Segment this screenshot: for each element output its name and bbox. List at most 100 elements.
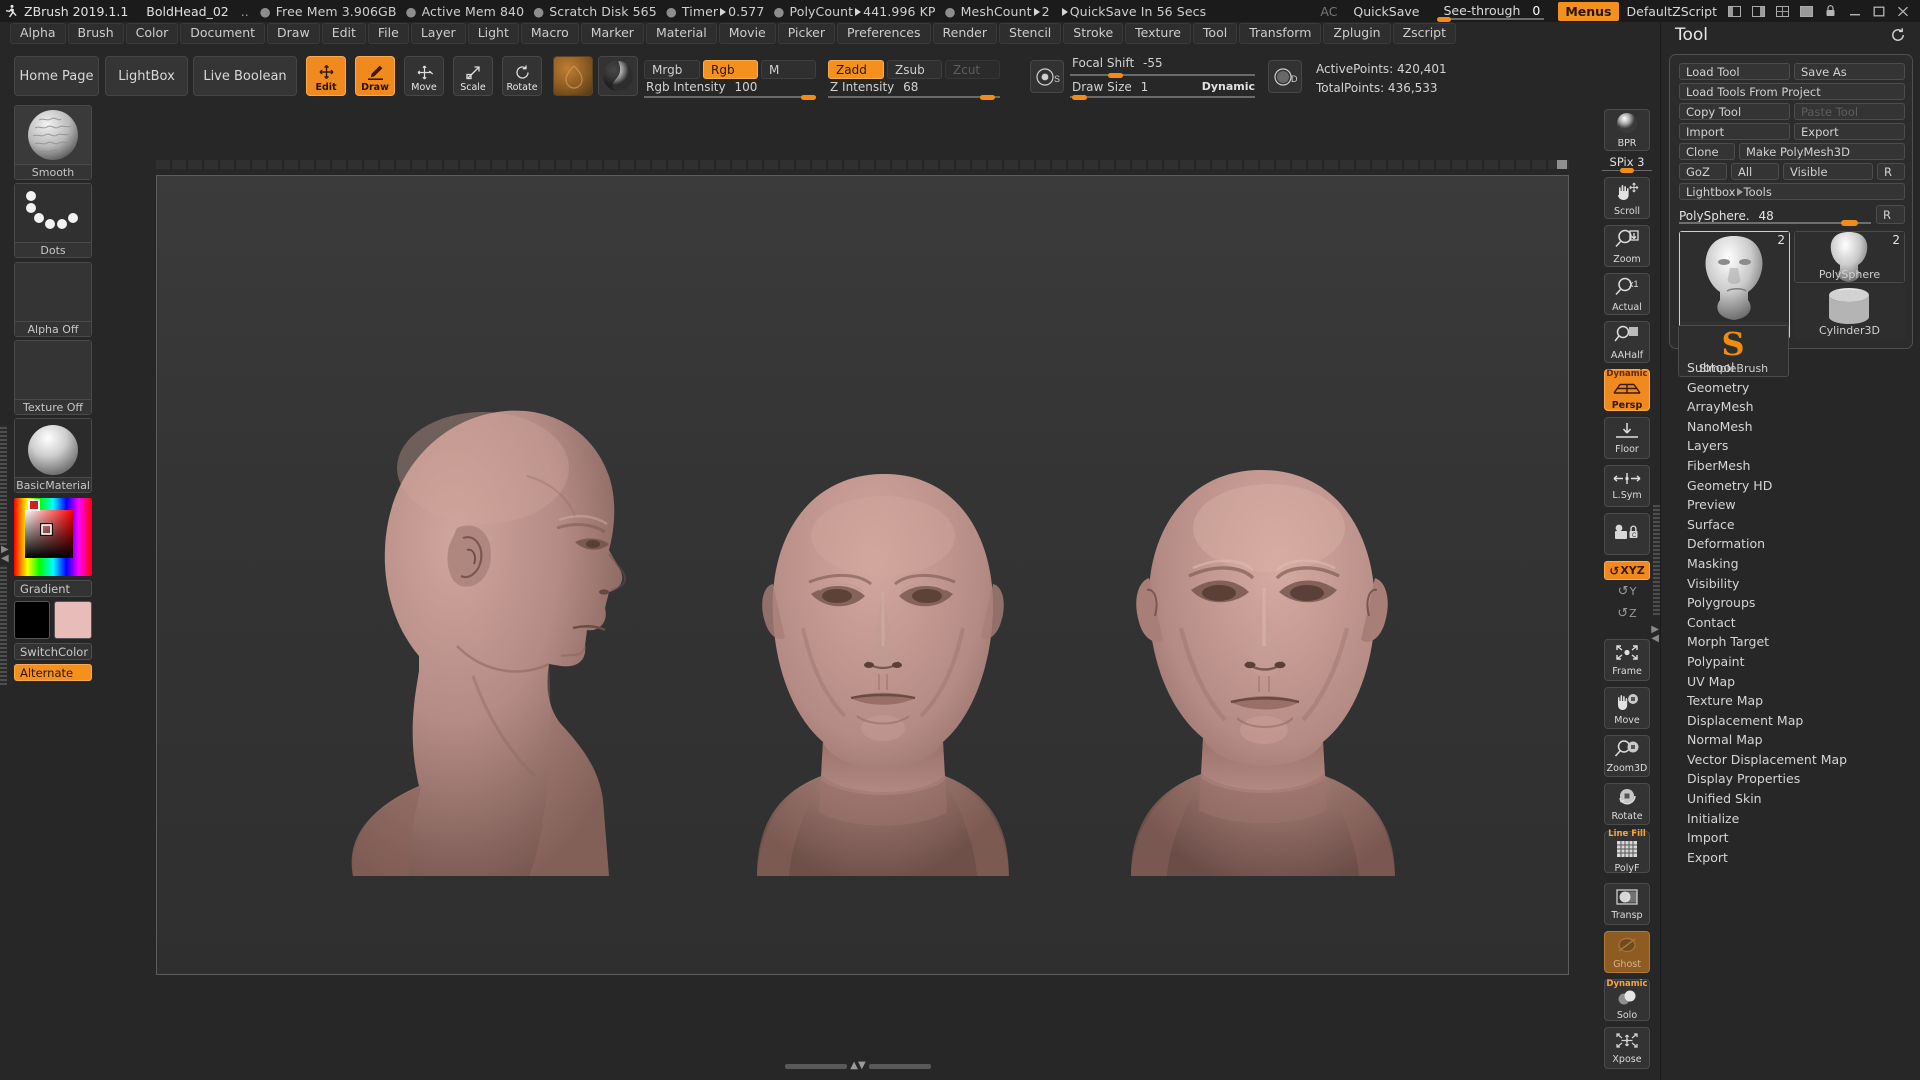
- rb-solo[interactable]: Dynamic Solo: [1604, 979, 1650, 1021]
- live-boolean-button[interactable]: Live Boolean: [193, 56, 297, 96]
- canvas-bottom-control[interactable]: ▲▼: [738, 1060, 978, 1072]
- symmetry-z-button[interactable]: ↺ Z: [1604, 602, 1650, 624]
- minimize-icon[interactable]: [1847, 4, 1862, 18]
- panel-grid-icon[interactable]: [1775, 4, 1790, 18]
- menu-item-light[interactable]: Light: [467, 23, 519, 44]
- menu-item-draw[interactable]: Draw: [267, 23, 320, 44]
- tool-section-masking[interactable]: Masking: [1661, 554, 1920, 574]
- close-icon[interactable]: [1895, 4, 1910, 18]
- home-page-button[interactable]: Home Page: [14, 56, 99, 96]
- left-slot-dots[interactable]: Dots: [14, 183, 92, 258]
- left-slot-texture-off[interactable]: Texture Off: [14, 340, 92, 415]
- canvas-top-scrollbar[interactable]: [156, 160, 1569, 169]
- all-button[interactable]: All: [1731, 163, 1779, 180]
- tool-section-deformation[interactable]: Deformation: [1661, 534, 1920, 554]
- panel-right-icon[interactable]: [1751, 4, 1766, 18]
- tool-section-display-properties[interactable]: Display Properties: [1661, 769, 1920, 789]
- m-button[interactable]: M: [761, 60, 816, 79]
- tool-section-fibermesh[interactable]: FiberMesh: [1661, 456, 1920, 476]
- panel-full-icon[interactable]: [1799, 4, 1814, 18]
- edit-button[interactable]: Edit: [306, 56, 346, 96]
- rgb-intensity-knob[interactable]: [801, 95, 816, 100]
- lightbox-button[interactable]: LightBox: [105, 56, 188, 96]
- menu-item-material[interactable]: Material: [645, 23, 717, 44]
- lightbox-tools-button[interactable]: Lightbox Tools: [1679, 183, 1905, 200]
- tool-section-export[interactable]: Export: [1661, 848, 1920, 868]
- tool-section-geometry[interactable]: Geometry: [1661, 378, 1920, 398]
- draw-size-knob[interactable]: [1072, 95, 1087, 100]
- left-sidebar-expand-icon[interactable]: ▶ ◀: [1, 545, 9, 564]
- symmetry-y-button[interactable]: ↺ Y: [1604, 580, 1650, 602]
- tool-section-displacement-map[interactable]: Displacement Map: [1661, 711, 1920, 731]
- rb-lock-camera[interactable]: C: [1604, 513, 1650, 555]
- rb-move[interactable]: Move: [1604, 687, 1650, 729]
- focal-shift-knob[interactable]: [1108, 73, 1123, 78]
- left-sidebar-grip-top[interactable]: [0, 425, 7, 545]
- left-slot-smooth[interactable]: Smooth: [14, 105, 92, 180]
- tool-section-normal-map[interactable]: Normal Map: [1661, 730, 1920, 750]
- goz-button[interactable]: GoZ: [1679, 163, 1727, 180]
- spix-slider[interactable]: SPix 3: [1602, 155, 1652, 173]
- menu-item-brush[interactable]: Brush: [67, 23, 124, 44]
- menu-item-movie[interactable]: Movie: [718, 23, 776, 44]
- make-polymesh3d-button[interactable]: Make PolyMesh3D: [1739, 143, 1905, 160]
- menu-item-edit[interactable]: Edit: [321, 23, 366, 44]
- rb-polyf[interactable]: Line Fill PolyF: [1604, 830, 1650, 874]
- tool-section-preview[interactable]: Preview: [1661, 495, 1920, 515]
- menu-item-alpha[interactable]: Alpha: [10, 23, 66, 44]
- rb-frame[interactable]: Frame: [1604, 639, 1650, 681]
- menu-item-layer[interactable]: Layer: [410, 23, 466, 44]
- menus-button[interactable]: Menus: [1558, 1, 1619, 21]
- rb-ghost[interactable]: Ghost: [1604, 931, 1650, 973]
- visible-button[interactable]: Visible: [1783, 163, 1873, 180]
- rb-actual[interactable]: x1 Actual: [1604, 273, 1650, 315]
- tool-section-geometry-hd[interactable]: Geometry HD: [1661, 476, 1920, 496]
- switch-color-button[interactable]: SwitchColor: [14, 643, 92, 660]
- bottom-bar-right-segment[interactable]: [868, 1063, 931, 1069]
- zadd-button[interactable]: Zadd: [828, 60, 884, 79]
- tool-section-uv-map[interactable]: UV Map: [1661, 672, 1920, 692]
- scale-button[interactable]: Scale: [453, 56, 493, 96]
- export-button[interactable]: Export: [1794, 123, 1905, 140]
- menu-item-picker[interactable]: Picker: [777, 23, 835, 44]
- menu-item-stroke[interactable]: Stroke: [1063, 23, 1124, 44]
- rotate-button[interactable]: Rotate: [502, 56, 542, 96]
- draw-size-slider[interactable]: Draw Size 1 Dynamic: [1070, 80, 1255, 100]
- rb-scroll[interactable]: Scroll: [1604, 177, 1650, 219]
- polysphere-slider-knob[interactable]: [1841, 220, 1858, 226]
- menu-item-stencil[interactable]: Stencil: [999, 23, 1062, 44]
- menu-item-zplugin[interactable]: Zplugin: [1323, 23, 1391, 44]
- menu-item-tool[interactable]: Tool: [1192, 23, 1238, 44]
- focal-shift-slider[interactable]: Focal Shift -55: [1070, 56, 1255, 78]
- bottom-bar-arrows-icon[interactable]: ▲▼: [850, 1061, 865, 1071]
- canvas-area[interactable]: ▲▼: [108, 105, 1594, 1080]
- quicksave-button[interactable]: QuickSave: [1353, 4, 1419, 19]
- tool-section-morph-target[interactable]: Morph Target: [1661, 632, 1920, 652]
- rb-aahalf[interactable]: AAHalf: [1604, 321, 1650, 363]
- menu-item-marker[interactable]: Marker: [580, 23, 644, 44]
- see-through-knob[interactable]: [1437, 16, 1452, 22]
- left-slot-alpha-off[interactable]: Alpha Off: [14, 262, 92, 337]
- rb-floor[interactable]: Floor: [1604, 417, 1650, 459]
- move-button[interactable]: Move: [404, 56, 444, 96]
- alternate-button[interactable]: Alternate: [14, 664, 92, 681]
- load-tool-button[interactable]: Load Tool: [1679, 63, 1790, 80]
- left-sidebar-grip-bottom[interactable]: [0, 565, 7, 685]
- menu-item-transform[interactable]: Transform: [1239, 23, 1322, 44]
- tool-section-layers[interactable]: Layers: [1661, 436, 1920, 456]
- tool-section-polypaint[interactable]: Polypaint: [1661, 652, 1920, 672]
- tool-section-polygroups[interactable]: Polygroups: [1661, 593, 1920, 613]
- draw-size-icon[interactable]: D: [1268, 60, 1302, 93]
- tool-section-subtool[interactable]: Subtool: [1661, 358, 1920, 378]
- menu-item-color[interactable]: Color: [125, 23, 179, 44]
- save-as-button[interactable]: Save As: [1794, 63, 1905, 80]
- load-tools-from-project-button[interactable]: Load Tools From Project: [1679, 83, 1905, 100]
- gradient-button[interactable]: Gradient: [14, 580, 92, 597]
- zcut-button[interactable]: Zcut: [945, 60, 1000, 79]
- maximize-icon[interactable]: [1871, 4, 1886, 18]
- goz-r-button[interactable]: R: [1877, 163, 1905, 180]
- polysphere-r-button[interactable]: R: [1876, 205, 1905, 224]
- right-toolbar-grip[interactable]: [1653, 505, 1660, 615]
- copy-tool-button[interactable]: Copy Tool: [1679, 103, 1790, 120]
- reload-icon[interactable]: [1890, 27, 1906, 47]
